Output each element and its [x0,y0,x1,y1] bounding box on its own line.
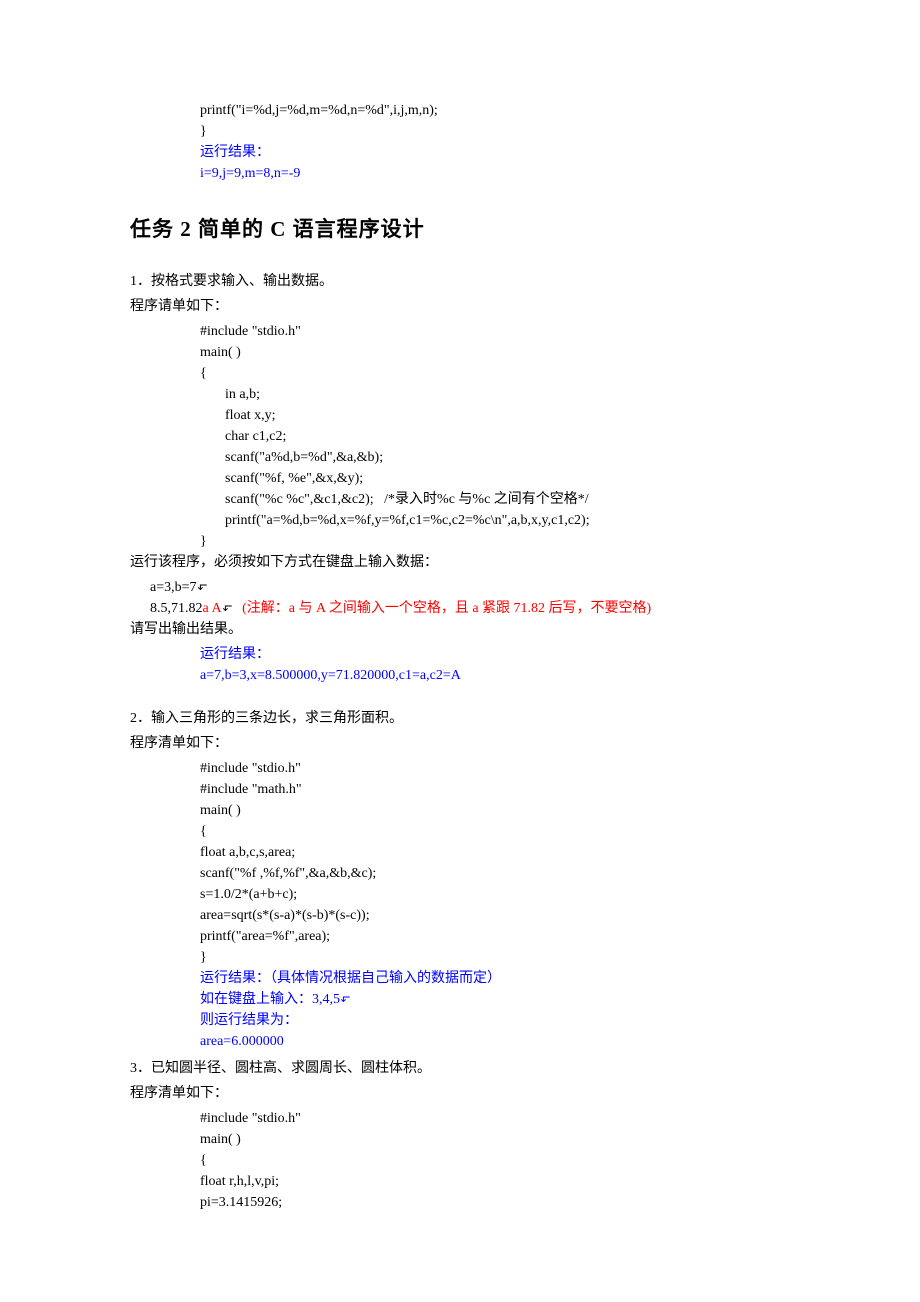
task-title: 任务 2 简单的 C 语言程序设计 [130,214,790,246]
q2-desc: 2．输入三角形的三条边长，求三角形面积。 [130,708,790,729]
code-line: scanf("%c %c",&c1,&c2); /*录入时%c 与%c 之间有个… [225,489,790,510]
enter-icon: ↲ [193,581,211,591]
code-line: #include "math.h" [200,779,790,800]
code-line: in a,b; [225,384,790,405]
q2-code-block: #include "stdio.h" #include "math.h" mai… [130,758,790,1052]
input-text: 8.5,71.82 [150,601,203,616]
input-text: 如在键盘上输入：3,4,5 [200,992,340,1007]
q3-code-block: #include "stdio.h" main( ) { float r,h,l… [130,1108,790,1213]
input-text: a=3,b=7 [150,580,197,595]
code-line: { [200,1150,790,1171]
code-line: area=sqrt(s*(s-a)*(s-b)*(s-c)); [200,905,790,926]
code-line: #include "stdio.h" [200,1108,790,1129]
result-value: a=7,b=3,x=8.500000,y=71.820000,c1=a,c2=A [200,665,790,686]
q1-prog-label: 程序请单如下： [130,296,790,317]
code-line: float a,b,c,s,area; [200,842,790,863]
code-line: #include "stdio.h" [200,758,790,779]
q3-desc: 3．已知圆半径、圆柱高、求圆周长、圆柱体积。 [130,1058,790,1079]
code-line: } [200,531,790,552]
q1-input-1: a=3,b=7↲ [130,577,790,598]
code-line: { [200,363,790,384]
q1-desc: 1．按格式要求输入、输出数据。 [130,271,790,292]
code-line: float x,y; [225,405,790,426]
q1-input-2: 8.5,71.82a A↲ (注解：a 与 A 之间输入一个空格，且 a 紧跟 … [130,598,790,619]
q1-result-block: 运行结果： a=7,b=3,x=8.500000,y=71.820000,c1=… [130,644,790,686]
result-value: area=6.000000 [200,1031,790,1052]
code-line: s=1.0/2*(a+b+c); [200,884,790,905]
code-line: printf("i=%d,j=%d,m=%d,n=%d",i,j,m,n); [200,100,790,121]
q1-code-block: #include "stdio.h" main( ) { [130,321,790,384]
code-line: { [200,821,790,842]
result-value: i=9,j=9,m=8,n=-9 [200,163,790,184]
enter-icon: ↲ [336,993,354,1003]
code-line: #include "stdio.h" [200,321,790,342]
q2-prog-label: 程序清单如下： [130,733,790,754]
q1-output-prompt: 请写出输出结果。 [130,619,790,640]
code-line: char c1,c2; [225,426,790,447]
code-line: pi=3.1415926; [200,1192,790,1213]
code-line: scanf("a%d,b=%d",&a,&b); [225,447,790,468]
code-line: scanf("%f, %e",&x,&y); [225,468,790,489]
q3-prog-label: 程序清单如下： [130,1083,790,1104]
q1-run-note: 运行该程序，必须按如下方式在键盘上输入数据： [130,552,790,573]
result-label: 运行结果： [200,644,790,665]
code-line: printf("a=%d,b=%d,x=%f,y=%f,c1=%c,c2=%c\… [225,510,790,531]
q1-code-inner: in a,b; float x,y; char c1,c2; scanf("a%… [130,384,790,531]
q1-code-end: } [130,531,790,552]
input-example: 如在键盘上输入：3,4,5↲ [200,989,790,1010]
result-label: 运行结果： [200,142,790,163]
code-line: main( ) [200,1129,790,1150]
code-line: float r,h,l,v,pi; [200,1171,790,1192]
result-note: 则运行结果为： [200,1010,790,1031]
code-line: } [200,947,790,968]
top-code-block: printf("i=%d,j=%d,m=%d,n=%d",i,j,m,n); }… [130,100,790,184]
enter-icon: ↲ [218,602,236,612]
input-note-red: (注解：a 与 A 之间输入一个空格，且 a 紧跟 71.82 后写，不要空格) [242,601,651,616]
code-line: main( ) [200,800,790,821]
code-line: printf("area=%f",area); [200,926,790,947]
result-label: 运行结果：（具体情况根据自己输入的数据而定） [200,968,790,989]
code-line: } [200,121,790,142]
code-line: main( ) [200,342,790,363]
code-line: scanf("%f ,%f,%f",&a,&b,&c); [200,863,790,884]
